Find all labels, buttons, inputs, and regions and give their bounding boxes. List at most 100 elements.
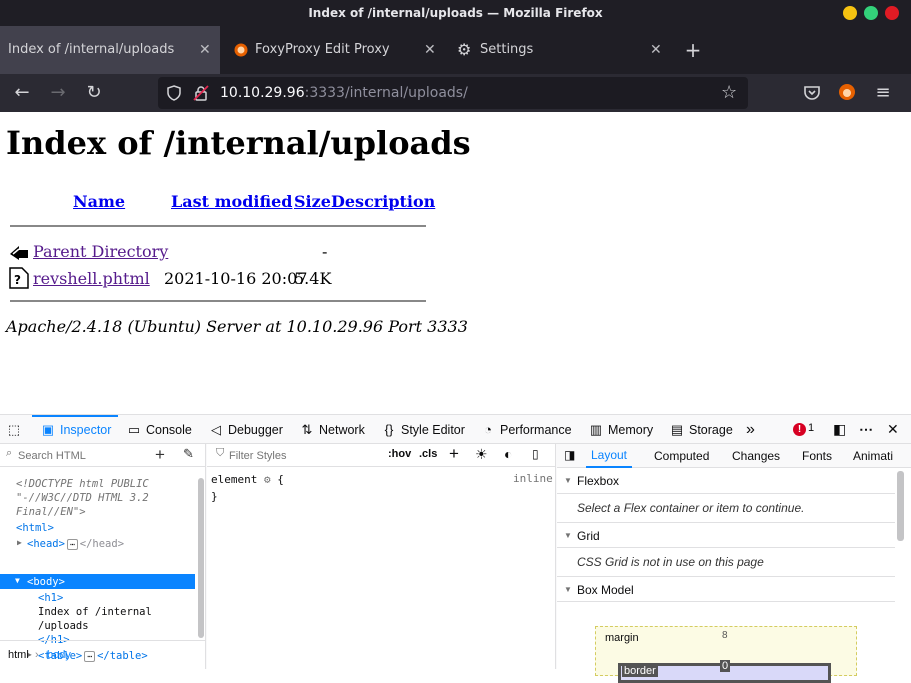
close-tab-icon[interactable]: ✕	[650, 26, 662, 74]
devtools-panel: ⬚ ▣ Inspector ▭ Console ◁ Debugger ⇅ Network…	[0, 414, 911, 683]
storage-icon: ▤	[670, 422, 684, 437]
tab-computed[interactable]: Computed	[654, 444, 709, 468]
close-tab-icon[interactable]: ✕	[199, 26, 211, 74]
toggle-sidebar-icon[interactable]: ◨	[564, 448, 575, 462]
more-tools-chevron-icon[interactable]: »	[746, 415, 755, 444]
tab-memory[interactable]: ▥ Memory	[588, 415, 653, 444]
tab-network[interactable]: ⇅ Network	[299, 415, 365, 444]
print-media-icon[interactable]: ▯	[532, 447, 539, 461]
head-node[interactable]: <head> ⋯ </head>	[27, 538, 124, 550]
hover-states-button[interactable]: :hov	[388, 448, 411, 460]
light-theme-icon[interactable]: ☀	[475, 446, 488, 463]
expand-triangle-icon[interactable]: ▶	[17, 538, 22, 547]
collapse-triangle-icon[interactable]: ▼	[15, 576, 20, 585]
tab-strip: Index of /internal/uploads ✕ FoxyProxy E…	[0, 26, 911, 74]
collapse-triangle-icon: ▼	[564, 585, 572, 594]
new-tab-button[interactable]: +	[683, 26, 703, 74]
forward-button[interactable]: →	[47, 82, 69, 104]
more-options-icon[interactable]: ⋯	[859, 415, 873, 444]
bookmark-star-icon[interactable]: ☆	[721, 82, 737, 103]
add-rule-icon[interactable]: +	[449, 444, 459, 464]
tab-label: Style Editor	[401, 423, 465, 437]
markup-scrollbar[interactable]	[198, 478, 204, 638]
maximize-button[interactable]	[864, 6, 878, 20]
devtools-toolbar: ⬚ ▣ Inspector ▭ Console ◁ Debugger ⇅ Network…	[0, 414, 911, 444]
h1-node[interactable]: <h1>	[38, 592, 63, 604]
border-top-value[interactable]: 0	[720, 660, 731, 672]
doctype-line: Final//EN">	[16, 506, 86, 518]
margin-top-value[interactable]: 8	[722, 630, 728, 641]
tab-label: Inspector	[60, 423, 112, 437]
filter-icon: ⛉	[216, 447, 225, 459]
parent-directory-link[interactable]: Parent Directory	[33, 242, 168, 261]
tab-debugger[interactable]: ◁ Debugger	[208, 415, 283, 444]
close-tab-icon[interactable]: ✕	[424, 26, 436, 74]
tab-performance[interactable]: ◔ Performance	[480, 415, 572, 444]
breadcrumb-html[interactable]: html	[8, 641, 29, 669]
back-button[interactable]: ←	[11, 82, 33, 104]
svg-text:?: ?	[14, 273, 21, 287]
error-icon[interactable]: !	[793, 423, 806, 436]
column-header-last-modified[interactable]: Last modified	[171, 192, 292, 211]
filter-styles-input[interactable]	[229, 447, 359, 464]
section-title: Flexbox	[577, 474, 620, 488]
tab-inspector[interactable]: ▣ Inspector	[32, 415, 118, 444]
element-picker-icon[interactable]: ⬚	[6, 415, 26, 444]
rules-panel: ⛉ :hov .cls + ☀ ◐ ▯ element ⚙ { inline }	[207, 444, 556, 669]
flexbox-message: Select a Flex container or item to conti…	[577, 501, 805, 515]
close-window-button[interactable]	[885, 6, 899, 20]
divider	[10, 225, 426, 227]
collapsed-children-icon[interactable]: ⋯	[66, 539, 78, 550]
foxyproxy-extension-icon[interactable]	[838, 83, 856, 101]
tab-style-editor[interactable]: {} Style Editor	[381, 415, 465, 444]
dock-side-icon[interactable]: ◧	[833, 415, 846, 444]
tab-storage[interactable]: ▤ Storage	[669, 415, 733, 444]
breadcrumb-body[interactable]: body	[47, 641, 71, 669]
text-node[interactable]: /uploads	[38, 620, 89, 632]
body-node[interactable]: <body>	[27, 576, 65, 588]
menu-icon[interactable]: ≡	[872, 82, 894, 104]
column-header-name[interactable]: Name	[73, 192, 125, 211]
classes-button[interactable]: .cls	[419, 448, 437, 460]
eyedropper-icon[interactable]: ✎	[183, 446, 194, 462]
pocket-icon[interactable]	[803, 84, 821, 102]
rule-selector[interactable]: element ⚙ {	[211, 473, 284, 486]
sidebar-scrollbar[interactable]	[897, 471, 904, 541]
file-link[interactable]: revshell.phtml	[33, 269, 150, 288]
tab-fonts[interactable]: Fonts	[802, 444, 832, 468]
url-bar[interactable]: 10.10.29.96:3333/internal/uploads/ ☆	[158, 77, 748, 109]
tab-changes[interactable]: Changes	[732, 444, 780, 468]
flexbox-section-header[interactable]: ▼ Flexbox	[557, 468, 895, 494]
close-devtools-icon[interactable]: ✕	[887, 415, 899, 444]
tab-animations[interactable]: Animati	[853, 444, 903, 468]
text-node[interactable]: Index of /internal	[38, 606, 152, 618]
tab-settings[interactable]: ⚙ Settings ✕	[448, 26, 670, 74]
tab-label: Settings	[480, 42, 534, 57]
tab-layout[interactable]: Layout	[586, 444, 632, 468]
layout-sidebar: ◨ Layout Computed Changes Fonts Animati …	[557, 444, 911, 683]
tab-label: Debugger	[228, 423, 283, 437]
tab-foxyproxy[interactable]: FoxyProxy Edit Proxy ✕	[224, 26, 444, 74]
tab-label: Index of /internal/uploads	[8, 42, 175, 57]
collapse-triangle-icon: ▼	[564, 531, 572, 540]
insecure-lock-icon[interactable]	[193, 85, 209, 101]
tab-console[interactable]: ▭ Console	[126, 415, 192, 444]
error-count: 1	[808, 422, 815, 434]
minimize-button[interactable]	[843, 6, 857, 20]
tab-index-uploads[interactable]: Index of /internal/uploads ✕	[0, 26, 220, 74]
shield-icon[interactable]	[166, 85, 182, 101]
reload-button[interactable]: ↻	[83, 82, 105, 104]
add-node-icon[interactable]: +	[155, 445, 165, 465]
dark-theme-icon[interactable]: ◐	[504, 446, 512, 462]
open-brace: {	[277, 473, 284, 486]
display-type: inline	[513, 472, 553, 485]
box-model-section-header[interactable]: ▼ Box Model	[557, 576, 895, 602]
grid-section-header[interactable]: ▼ Grid	[557, 522, 895, 548]
breadcrumb: html › body	[0, 640, 206, 669]
column-header-size[interactable]: Size	[294, 192, 331, 211]
column-header-description[interactable]: Description	[331, 192, 435, 211]
html-node[interactable]: <html>	[16, 522, 54, 534]
search-html-input[interactable]	[18, 447, 138, 464]
tab-label: Memory	[608, 423, 654, 437]
sidebar-tabs: ◨ Layout Computed Changes Fonts Animati	[557, 444, 911, 468]
